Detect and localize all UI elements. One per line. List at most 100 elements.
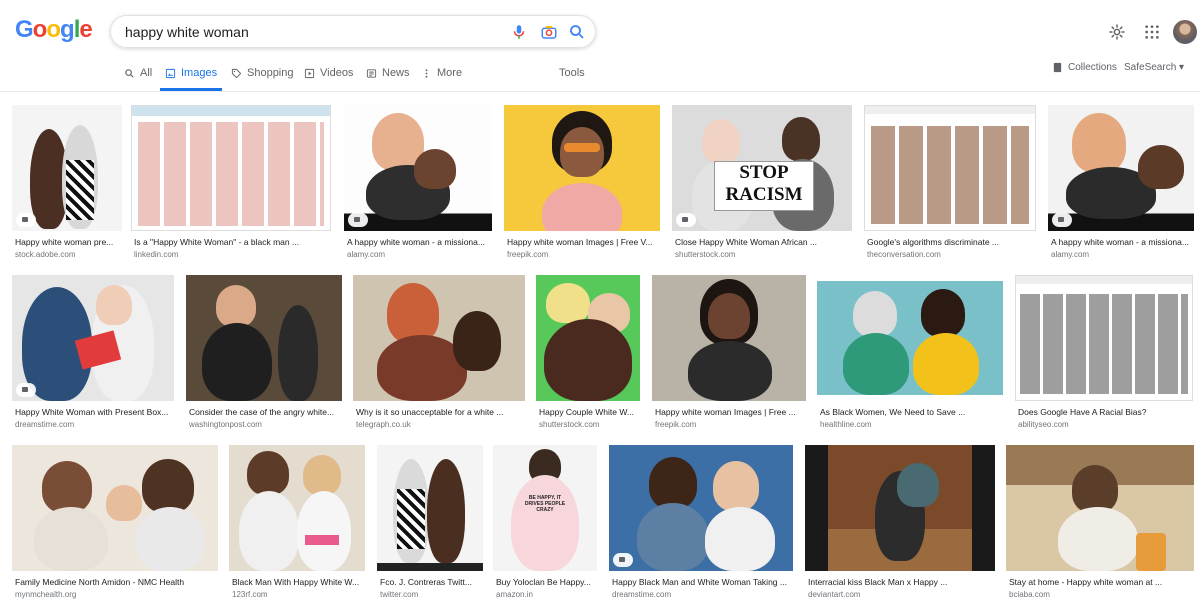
image-result[interactable]: Happy white woman Images | Free ... free… [652,275,806,435]
result-thumbnail[interactable] [353,275,525,401]
result-title[interactable]: Family Medicine North Amidon - NMC Healt… [15,577,217,587]
result-source[interactable]: telegraph.co.uk [356,420,524,429]
result-thumbnail[interactable] [864,105,1036,231]
safesearch-dropdown[interactable]: SafeSearch ▾ [1124,62,1184,73]
image-result[interactable]: Happy White Woman with Present Box... dr… [12,275,174,435]
google-logo[interactable]: Google [15,16,93,44]
image-result[interactable]: A happy white woman - a missiona... alam… [1048,105,1194,265]
image-result[interactable]: Interracial kiss Black Man x Happy ... d… [805,445,995,603]
tab-shopping[interactable]: Shopping [231,67,294,91]
result-source[interactable]: freepik.com [655,420,805,429]
search-icon[interactable] [568,23,586,41]
image-result[interactable]: BE HAPPY, IT DRIVES PEOPLE CRAZY Buy Yol… [493,445,597,603]
result-thumbnail[interactable] [817,275,1003,401]
result-title[interactable]: Is a "Happy White Woman" - a black man .… [134,237,330,247]
tab-all[interactable]: All [124,67,152,91]
result-thumbnail[interactable] [609,445,793,571]
result-thumbnail[interactable] [504,105,660,231]
image-result[interactable]: Does Google Have A Racial Bias? abilitys… [1015,275,1193,435]
image-result[interactable]: Happy white woman Images | Free V... fre… [504,105,660,265]
result-source[interactable]: freepik.com [507,250,659,259]
image-result[interactable]: Happy Black Man and White Woman Taking .… [609,445,793,603]
gear-icon[interactable] [1108,23,1126,41]
result-title[interactable]: Happy white woman pre... [15,237,120,247]
result-thumbnail[interactable] [12,445,218,571]
result-title[interactable]: Black Man With Happy White W... [232,577,364,587]
result-source[interactable]: linkedin.com [134,250,330,259]
result-title[interactable]: Happy white woman Images | Free V... [507,237,659,247]
image-result[interactable]: Why is it so unacceptable for a white ..… [353,275,525,435]
result-source[interactable]: washingtonpost.com [189,420,341,429]
image-result[interactable]: Google's algorithms discriminate ... the… [864,105,1036,265]
image-result[interactable]: As Black Women, We Need to Save ... heal… [817,275,1003,435]
image-result[interactable]: Consider the case of the angry white... … [186,275,342,435]
result-source[interactable]: shutterstock.com [539,420,639,429]
image-result[interactable]: Fco. J. Contreras Twitt... twitter.com [377,445,483,603]
image-result[interactable]: STOP RACISM Close Happy White Woman Afri… [672,105,852,265]
image-result[interactable]: Family Medicine North Amidon - NMC Healt… [12,445,218,603]
result-title[interactable]: Buy Yoloclan Be Happy... [496,577,596,587]
result-thumbnail[interactable] [377,445,483,571]
result-thumbnail[interactable] [805,445,995,571]
search-box[interactable] [110,15,596,48]
result-title[interactable]: Close Happy White Woman African ... [675,237,851,247]
result-source[interactable]: bciaba.com [1009,590,1193,599]
tab-images[interactable]: Images [160,67,223,91]
result-source[interactable]: 123rf.com [232,590,364,599]
result-thumbnail[interactable] [229,445,365,571]
camera-icon[interactable] [540,23,558,41]
microphone-icon[interactable] [510,23,528,41]
apps-grid-icon[interactable] [1144,24,1160,40]
image-result[interactable]: Happy Couple White W... shutterstock.com [536,275,640,435]
result-title[interactable]: Interracial kiss Black Man x Happy ... [808,577,994,587]
result-thumbnail[interactable] [536,275,640,401]
result-title[interactable]: Happy white woman Images | Free ... [655,407,805,417]
result-title[interactable]: A happy white woman - a missiona... [347,237,491,247]
result-source[interactable]: healthline.com [820,420,1002,429]
result-source[interactable]: mynmchealth.org [15,590,217,599]
avatar[interactable] [1173,20,1197,44]
result-thumbnail[interactable] [1006,445,1194,571]
result-thumbnail[interactable]: STOP RACISM [672,105,852,231]
result-source[interactable]: shutterstock.com [675,250,851,259]
tab-videos[interactable]: Videos [304,67,353,91]
image-result[interactable]: Is a "Happy White Woman" - a black man .… [131,105,331,265]
result-title[interactable]: Does Google Have A Racial Bias? [1018,407,1192,417]
image-result[interactable]: Stay at home - Happy white woman at ... … [1006,445,1194,603]
result-thumbnail[interactable] [652,275,806,401]
result-source[interactable]: theconversation.com [867,250,1035,259]
collections-link[interactable]: Collections [1052,62,1117,73]
result-title[interactable]: Stay at home - Happy white woman at ... [1009,577,1193,587]
result-thumbnail[interactable] [344,105,492,231]
result-title[interactable]: Happy White Woman with Present Box... [15,407,173,417]
result-title[interactable]: Happy Couple White W... [539,407,639,417]
result-source[interactable]: abilityseo.com [1018,420,1192,429]
result-source[interactable]: dreamstime.com [15,420,173,429]
result-source[interactable]: deviantart.com [808,590,994,599]
result-thumbnail[interactable] [1048,105,1194,231]
result-title[interactable]: Why is it so unacceptable for a white ..… [356,407,524,417]
result-thumbnail[interactable] [1015,275,1193,401]
result-title[interactable]: Consider the case of the angry white... [189,407,341,417]
image-result[interactable]: A happy white woman - a missiona... alam… [344,105,492,265]
result-thumbnail[interactable] [131,105,331,231]
result-title[interactable]: A happy white woman - a missiona... [1051,237,1193,247]
search-input[interactable] [125,22,505,42]
result-source[interactable]: dreamstime.com [612,590,792,599]
result-thumbnail[interactable]: BE HAPPY, IT DRIVES PEOPLE CRAZY [493,445,597,571]
result-source[interactable]: twitter.com [380,590,482,599]
tab-news[interactable]: News [366,67,410,91]
tab-more[interactable]: More [421,67,462,91]
tools-button[interactable]: Tools [559,67,585,79]
result-title[interactable]: As Black Women, We Need to Save ... [820,407,1002,417]
result-title[interactable]: Fco. J. Contreras Twitt... [380,577,482,587]
result-title[interactable]: Happy Black Man and White Woman Taking .… [612,577,792,587]
image-result[interactable]: Black Man With Happy White W... 123rf.co… [229,445,365,603]
image-result[interactable]: Happy white woman pre... stock.adobe.com [12,105,122,265]
result-thumbnail[interactable] [12,275,174,401]
result-source[interactable]: alamy.com [347,250,491,259]
result-source[interactable]: amazon.in [496,590,596,599]
result-thumbnail[interactable] [186,275,342,401]
result-title[interactable]: Google's algorithms discriminate ... [867,237,1035,247]
result-source[interactable]: stock.adobe.com [15,250,120,259]
